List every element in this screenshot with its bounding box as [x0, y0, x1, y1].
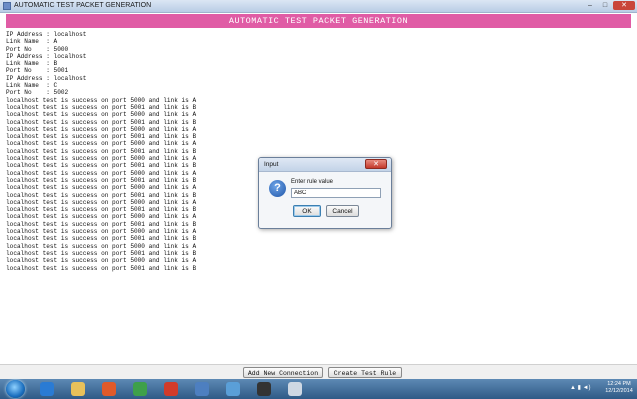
log-line: localhost test is success on port 5001 a… — [6, 118, 197, 126]
log-line: Link Name : B — [6, 60, 58, 68]
java-app-icon — [3, 2, 11, 10]
log-line: IP Address : localhost — [6, 31, 87, 38]
log-line: Port No : 5002 — [6, 89, 69, 97]
log-line: localhost test is success on port 5000 a… — [6, 228, 197, 236]
maximize-button[interactable]: □ — [598, 1, 612, 10]
dialog-title-bar[interactable]: Input ✕ — [259, 158, 391, 172]
rule-value-input[interactable] — [291, 188, 381, 198]
clock-date: 12/12/2014 — [605, 388, 633, 394]
log-line: localhost test is success on port 5000 a… — [6, 111, 197, 119]
log-line: localhost test is success on port 5001 a… — [6, 249, 197, 257]
log-line: localhost test is success on port 5000 a… — [6, 257, 197, 265]
taskbar-firefox-icon[interactable] — [164, 382, 178, 396]
minimize-button[interactable]: – — [583, 1, 597, 10]
log-line: localhost test is success on port 5001 a… — [6, 235, 197, 243]
log-line: localhost test is success on port 5000 a… — [6, 140, 197, 148]
log-line: localhost test is success on port 5000 a… — [6, 242, 197, 250]
taskbar-clock[interactable]: 12:24 PM 12/12/2014 — [602, 381, 636, 395]
log-line: localhost test is success on port 5001 a… — [6, 133, 197, 141]
taskbar: ▲ ▮ ◄) 12:24 PM 12/12/2014 — [0, 379, 637, 399]
button-bar: Add New Connection Create Test Rule — [0, 364, 637, 380]
log-line: localhost test is success on port 5000 a… — [6, 96, 197, 104]
ok-button[interactable]: OK — [293, 205, 321, 217]
taskbar-ie-icon[interactable] — [40, 382, 54, 396]
log-line: Link Name : C — [6, 82, 58, 90]
log-line: Port No : 5000 — [6, 45, 69, 53]
log-line: Port No : 5001 — [6, 67, 69, 75]
taskbar-media-icon[interactable] — [102, 382, 116, 396]
taskbar-explorer-icon[interactable] — [71, 382, 85, 396]
input-dialog: Input ✕ ? Enter rule value OK Cancel — [258, 157, 392, 229]
dialog-title: Input — [264, 161, 279, 168]
log-line: localhost test is success on port 5000 a… — [6, 125, 197, 133]
taskbar-terminal-icon[interactable] — [257, 382, 271, 396]
taskbar-notepad-icon[interactable] — [195, 382, 209, 396]
log-line: localhost test is success on port 5001 a… — [6, 264, 197, 272]
app-banner: AUTOMATIC TEST PACKET GENERATION — [6, 14, 631, 28]
cancel-button[interactable]: Cancel — [326, 205, 359, 217]
question-icon: ? — [269, 180, 286, 197]
log-line: localhost test is success on port 5001 a… — [6, 147, 197, 155]
title-bar: AUTOMATIC TEST PACKET GENERATION – □ ✕ — [0, 0, 637, 13]
dialog-prompt: Enter rule value — [291, 179, 334, 185]
start-button-icon[interactable] — [6, 380, 25, 398]
taskbar-chrome-icon[interactable] — [133, 382, 147, 396]
close-button[interactable]: ✕ — [613, 1, 635, 10]
window-title: AUTOMATIC TEST PACKET GENERATION — [14, 2, 152, 9]
clock-time: 12:24 PM — [607, 381, 631, 387]
log-line: localhost test is success on port 5001 a… — [6, 103, 197, 111]
add-new-connection-button[interactable]: Add New Connection — [243, 367, 323, 378]
log-line: IP Address : localhost — [6, 74, 87, 82]
taskbar-java-icon[interactable] — [288, 382, 302, 396]
dialog-close-button[interactable]: ✕ — [365, 159, 387, 169]
log-line: IP Address : localhost — [6, 52, 87, 60]
system-tray-icons[interactable]: ▲ ▮ ◄) — [570, 384, 591, 391]
create-test-rule-button[interactable]: Create Test Rule — [328, 367, 402, 378]
taskbar-folder-icon[interactable] — [226, 382, 240, 396]
log-line: Link Name : A — [6, 38, 58, 46]
